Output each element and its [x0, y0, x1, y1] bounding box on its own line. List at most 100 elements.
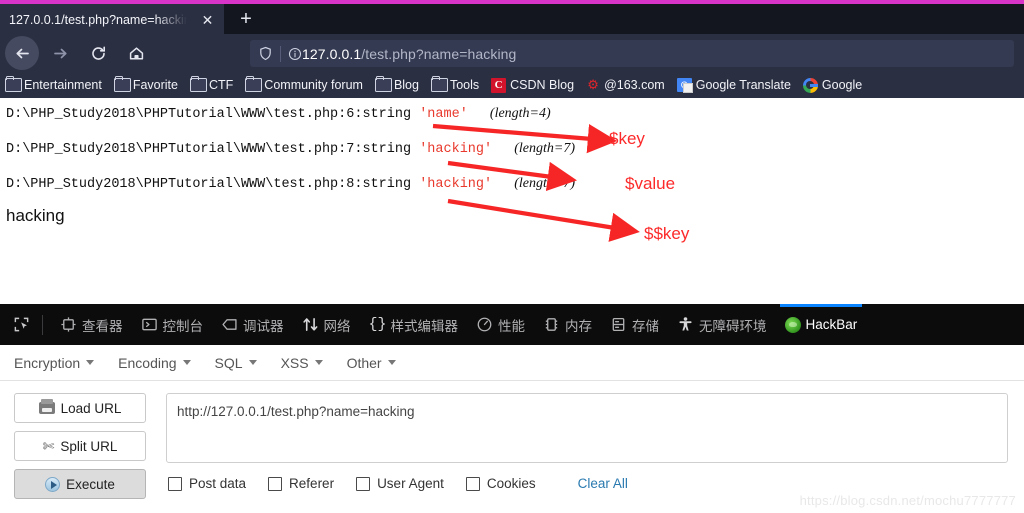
accessibility-icon	[679, 317, 692, 331]
bookmark-favorite[interactable]: Favorite	[114, 78, 178, 92]
var-dump-line: D:\PHP_Study2018\PHPTutorial\WWW\test.ph…	[6, 141, 575, 157]
checkbox-referer[interactable]: Referer	[268, 476, 334, 491]
bookmark-label: Entertainment	[24, 78, 102, 92]
folder-icon	[245, 78, 260, 92]
new-tab-button[interactable]: +	[232, 5, 260, 33]
tab-inspector[interactable]: 查看器	[51, 304, 132, 345]
tab-label: 查看器	[82, 318, 123, 334]
reload-icon	[91, 46, 105, 60]
tab-debugger[interactable]: 调试器	[212, 304, 293, 345]
devtools-tab-list: 查看器 控制台 调试器 网络 {} 样式编辑器 性能 内存 存储 无障碍环境 H…	[0, 304, 1024, 345]
tab-label: 存储	[632, 318, 659, 334]
csdn-icon: C	[491, 77, 507, 93]
split-url-button[interactable]: ✄ Split URL	[14, 431, 146, 461]
bookmark-community-forum[interactable]: Community forum	[245, 78, 363, 92]
checkbox-box[interactable]	[465, 476, 480, 491]
folder-icon	[114, 78, 129, 92]
info-icon[interactable]	[288, 47, 302, 61]
devtools-toolbar: 查看器 控制台 调试器 网络 {} 样式编辑器 性能 内存 存储 无障碍环境 H…	[0, 304, 1024, 345]
bookmark-entertainment[interactable]: Entertainment	[5, 78, 102, 92]
element-picker-button[interactable]	[8, 312, 34, 338]
memory-icon	[545, 318, 558, 331]
execute-button[interactable]: Execute	[14, 469, 146, 499]
play-icon	[45, 476, 61, 492]
dump-path: D:\PHP_Study2018\PHPTutorial\WWW\test.ph…	[6, 177, 412, 192]
chevron-down-icon	[248, 360, 257, 365]
page-content: D:\PHP_Study2018\PHPTutorial\WWW\test.ph…	[0, 98, 1024, 304]
tab-performance[interactable]: 性能	[467, 304, 534, 345]
annotation-key-variable: $$key	[644, 224, 690, 243]
menu-label: Encryption	[14, 354, 81, 371]
tab-accessibility[interactable]: 无障碍环境	[668, 304, 776, 345]
checkbox-user-agent[interactable]: User Agent	[356, 476, 444, 491]
echo-output: hacking	[6, 206, 65, 225]
shield-icon[interactable]	[258, 46, 273, 61]
menu-sql[interactable]: SQL	[215, 355, 257, 371]
tab-label: 样式编辑器	[390, 318, 459, 334]
bookmark-google[interactable]: Google	[802, 77, 863, 93]
bookmark-label: Google	[821, 78, 863, 92]
browser-tab[interactable]: 127.0.0.1/test.php?name=hackin ✕	[0, 4, 224, 34]
bookmark-csdn-blog[interactable]: C CSDN Blog	[491, 77, 574, 93]
button-label: Split URL	[60, 438, 118, 454]
bookmark-label: Favorite	[132, 78, 178, 92]
var-dump-line: D:\PHP_Study2018\PHPTutorial\WWW\test.ph…	[6, 176, 575, 192]
dump-value: 'hacking'	[419, 177, 493, 192]
chevron-down-icon	[387, 360, 396, 365]
bookmark-google-translate[interactable]: G Google Translate	[676, 78, 791, 93]
google-translate-icon: G	[676, 78, 693, 93]
dump-path: D:\PHP_Study2018\PHPTutorial\WWW\test.ph…	[6, 142, 412, 157]
checkbox-box[interactable]	[268, 476, 283, 491]
menu-encryption[interactable]: Encryption	[14, 354, 95, 371]
bookmark-label: Blog	[393, 78, 419, 92]
clear-all-link[interactable]: Clear All	[578, 476, 628, 491]
bookmark-tools[interactable]: Tools	[431, 78, 479, 92]
google-icon	[802, 77, 818, 93]
tab-label: 内存	[565, 318, 592, 334]
checkbox-label: Cookies	[486, 476, 536, 491]
reload-button[interactable]	[81, 36, 115, 70]
checkbox-label: User Agent	[377, 476, 444, 491]
bookmark-ctf[interactable]: CTF	[190, 78, 233, 92]
home-icon	[129, 46, 143, 60]
address-bar[interactable]: 127.0.0.1/test.php?name=hacking	[250, 40, 1014, 67]
checkbox-box[interactable]	[356, 476, 371, 491]
console-icon	[141, 318, 157, 331]
dump-length: (length=7)	[514, 141, 575, 156]
home-button[interactable]	[119, 36, 153, 70]
annotation-arrows	[432, 123, 640, 242]
close-icon[interactable]: ✕	[199, 12, 216, 29]
bookmark-label: Tools	[449, 78, 480, 92]
style-editor-icon: {}	[368, 316, 387, 333]
tab-label: 控制台	[162, 318, 204, 334]
back-button[interactable]	[5, 36, 39, 70]
address-text[interactable]: 127.0.0.1/test.php?name=hacking	[302, 46, 516, 62]
tab-memory[interactable]: 内存	[534, 304, 601, 345]
load-url-button[interactable]: Load URL	[14, 393, 146, 423]
firefox-icon	[784, 316, 801, 333]
checkbox-box[interactable]	[168, 476, 182, 491]
checkbox-label: Post data	[189, 476, 247, 491]
menu-xss[interactable]: XSS	[281, 355, 323, 371]
dump-length: (length=7)	[514, 176, 575, 191]
bookmark-163[interactable]: ⚙ @163.com	[586, 77, 664, 93]
checkbox-post-data[interactable]: Post data	[168, 476, 246, 491]
hackbar-button-column: Load URL ✄ Split URL Execute	[14, 393, 146, 507]
tab-console[interactable]: 控制台	[132, 304, 213, 345]
bookmark-blog[interactable]: Blog	[375, 78, 419, 92]
checkbox-cookies[interactable]: Cookies	[465, 476, 536, 491]
forward-button[interactable]	[43, 36, 77, 70]
tab-label: HackBar	[805, 317, 858, 332]
url-input[interactable]	[166, 393, 1008, 463]
address-host: 127.0.0.1	[302, 45, 362, 62]
tab-network[interactable]: 网络	[293, 304, 360, 345]
menu-encoding[interactable]: Encoding	[118, 355, 191, 371]
tab-hackbar[interactable]: HackBar	[776, 304, 867, 345]
dump-value: 'hacking'	[419, 142, 493, 157]
tab-storage[interactable]: 存储	[601, 304, 668, 345]
menu-other[interactable]: Other	[347, 355, 396, 371]
tab-style-editor[interactable]: {} 样式编辑器	[360, 304, 468, 345]
urlbar-divider	[280, 45, 281, 62]
netease-icon: ⚙	[587, 77, 599, 92]
folder-icon	[431, 78, 446, 92]
